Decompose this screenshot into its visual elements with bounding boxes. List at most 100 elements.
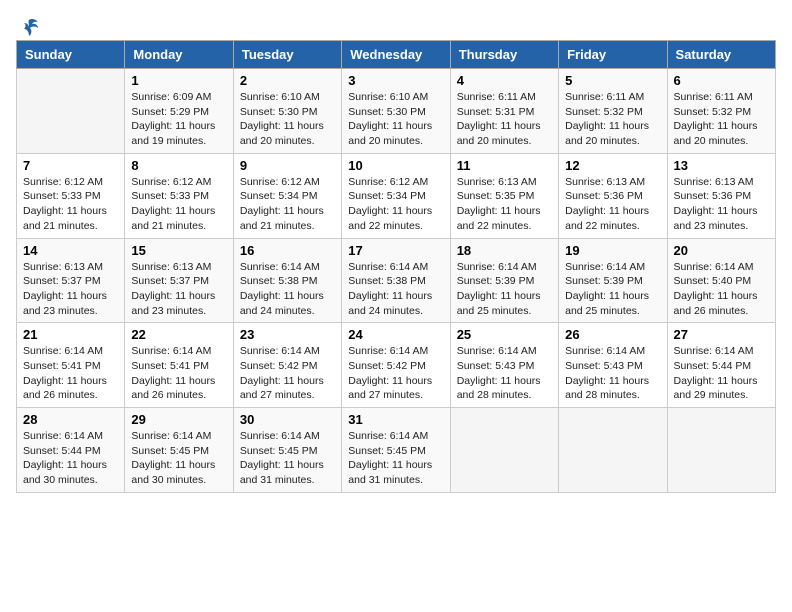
day-number: 4	[457, 73, 552, 88]
calendar-cell: 18Sunrise: 6:14 AMSunset: 5:39 PMDayligh…	[450, 238, 558, 323]
day-header-wednesday: Wednesday	[342, 41, 450, 69]
day-number: 13	[674, 158, 769, 173]
day-number: 9	[240, 158, 335, 173]
day-number: 14	[23, 243, 118, 258]
calendar-cell: 14 Sunrise: 6:13 AMSunset: 5:37 PMDayligh…	[17, 238, 125, 323]
day-number: 1	[131, 73, 226, 88]
day-number: 30	[240, 412, 335, 427]
page-header	[16, 16, 776, 32]
day-number: 29	[131, 412, 226, 427]
day-info: Sunrise: 6:14 AMSunset: 5:38 PMDaylight:…	[240, 260, 335, 319]
day-info: Sunrise: 6:14 AMSunset: 5:41 PMDaylight:…	[23, 344, 118, 403]
calendar-cell: 22 Sunrise: 6:14 AMSunset: 5:41 PMDayligh…	[125, 323, 233, 408]
day-info: Sunrise: 6:14 AMSunset: 5:42 PMDaylight:…	[240, 344, 335, 403]
day-info: Sunrise: 6:10 AMSunset: 5:30 PMDaylight:…	[240, 90, 335, 149]
day-number: 8	[131, 158, 226, 173]
day-info: Sunrise: 6:14 AMSunset: 5:39 PMDaylight:…	[457, 260, 552, 319]
calendar-cell: 13 Sunrise: 6:13 AMSunset: 5:36 PMDayligh…	[667, 153, 775, 238]
calendar-cell: 4 Sunrise: 6:11 AMSunset: 5:31 PMDaylight…	[450, 69, 558, 154]
calendar-cell: 11Sunrise: 6:13 AMSunset: 5:35 PMDayligh…	[450, 153, 558, 238]
day-info: Sunrise: 6:12 AMSunset: 5:33 PMDaylight:…	[131, 175, 226, 234]
calendar-cell: 1 Sunrise: 6:09 AMSunset: 5:29 PMDaylight…	[125, 69, 233, 154]
day-info: Sunrise: 6:09 AMSunset: 5:29 PMDaylight:…	[131, 90, 226, 149]
day-number: 5	[565, 73, 660, 88]
calendar-cell: 30 Sunrise: 6:14 AMSunset: 5:45 PMDayligh…	[233, 408, 341, 493]
calendar-cell: 31 Sunrise: 6:14 AMSunset: 5:45 PMDayligh…	[342, 408, 450, 493]
calendar-cell: 19Sunrise: 6:14 AMSunset: 5:39 PMDayligh…	[559, 238, 667, 323]
day-info: Sunrise: 6:13 AMSunset: 5:37 PMDaylight:…	[131, 260, 226, 319]
day-number: 26	[565, 327, 660, 342]
day-info: Sunrise: 6:11 AMSunset: 5:31 PMDaylight:…	[457, 90, 552, 149]
day-number: 10	[348, 158, 443, 173]
day-info: Sunrise: 6:14 AMSunset: 5:45 PMDaylight:…	[348, 429, 443, 488]
day-info: Sunrise: 6:13 AMSunset: 5:36 PMDaylight:…	[565, 175, 660, 234]
calendar-cell: 5Sunrise: 6:11 AMSunset: 5:32 PMDaylight…	[559, 69, 667, 154]
day-number: 23	[240, 327, 335, 342]
calendar-cell: 2 Sunrise: 6:10 AMSunset: 5:30 PMDaylight…	[233, 69, 341, 154]
day-number: 7	[23, 158, 118, 173]
day-info: Sunrise: 6:14 AMSunset: 5:40 PMDaylight:…	[674, 260, 769, 319]
day-number: 22	[131, 327, 226, 342]
day-info: Sunrise: 6:14 AMSunset: 5:41 PMDaylight:…	[131, 344, 226, 403]
calendar-cell: 16 Sunrise: 6:14 AMSunset: 5:38 PMDayligh…	[233, 238, 341, 323]
day-info: Sunrise: 6:11 AMSunset: 5:32 PMDaylight:…	[674, 90, 769, 149]
day-info: Sunrise: 6:14 AMSunset: 5:38 PMDaylight:…	[348, 260, 443, 319]
day-header-sunday: Sunday	[17, 41, 125, 69]
day-number: 3	[348, 73, 443, 88]
day-number: 15	[131, 243, 226, 258]
calendar-cell: 15 Sunrise: 6:13 AMSunset: 5:37 PMDayligh…	[125, 238, 233, 323]
day-number: 21	[23, 327, 118, 342]
day-info: Sunrise: 6:13 AMSunset: 5:37 PMDaylight:…	[23, 260, 118, 319]
day-number: 20	[674, 243, 769, 258]
day-number: 12	[565, 158, 660, 173]
calendar-cell: 9 Sunrise: 6:12 AMSunset: 5:34 PMDaylight…	[233, 153, 341, 238]
day-number: 31	[348, 412, 443, 427]
day-info: Sunrise: 6:10 AMSunset: 5:30 PMDaylight:…	[348, 90, 443, 149]
calendar-cell	[450, 408, 558, 493]
calendar-cell: 3 Sunrise: 6:10 AMSunset: 5:30 PMDaylight…	[342, 69, 450, 154]
calendar-week-row: 28 Sunrise: 6:14 AMSunset: 5:44 PMDayligh…	[17, 408, 776, 493]
calendar-header-row: SundayMondayTuesdayWednesdayThursdayFrid…	[17, 41, 776, 69]
calendar-cell: 12 Sunrise: 6:13 AMSunset: 5:36 PMDayligh…	[559, 153, 667, 238]
day-info: Sunrise: 6:14 AMSunset: 5:44 PMDaylight:…	[674, 344, 769, 403]
day-info: Sunrise: 6:14 AMSunset: 5:43 PMDaylight:…	[457, 344, 552, 403]
day-info: Sunrise: 6:12 AMSunset: 5:34 PMDaylight:…	[348, 175, 443, 234]
day-info: Sunrise: 6:14 AMSunset: 5:42 PMDaylight:…	[348, 344, 443, 403]
calendar-cell: 6Sunrise: 6:11 AMSunset: 5:32 PMDaylight…	[667, 69, 775, 154]
calendar-cell	[17, 69, 125, 154]
logo-bird-icon	[18, 16, 40, 38]
day-number: 27	[674, 327, 769, 342]
calendar-cell: 24 Sunrise: 6:14 AMSunset: 5:42 PMDayligh…	[342, 323, 450, 408]
calendar-cell: 7Sunrise: 6:12 AMSunset: 5:33 PMDaylight…	[17, 153, 125, 238]
calendar-cell: 8 Sunrise: 6:12 AMSunset: 5:33 PMDaylight…	[125, 153, 233, 238]
day-info: Sunrise: 6:14 AMSunset: 5:43 PMDaylight:…	[565, 344, 660, 403]
calendar-cell	[667, 408, 775, 493]
day-header-saturday: Saturday	[667, 41, 775, 69]
day-info: Sunrise: 6:14 AMSunset: 5:44 PMDaylight:…	[23, 429, 118, 488]
day-number: 11	[457, 158, 552, 173]
day-number: 28	[23, 412, 118, 427]
calendar-week-row: 1 Sunrise: 6:09 AMSunset: 5:29 PMDaylight…	[17, 69, 776, 154]
day-number: 2	[240, 73, 335, 88]
day-info: Sunrise: 6:12 AMSunset: 5:34 PMDaylight:…	[240, 175, 335, 234]
calendar-cell: 10 Sunrise: 6:12 AMSunset: 5:34 PMDayligh…	[342, 153, 450, 238]
calendar-cell: 17Sunrise: 6:14 AMSunset: 5:38 PMDayligh…	[342, 238, 450, 323]
day-info: Sunrise: 6:13 AMSunset: 5:36 PMDaylight:…	[674, 175, 769, 234]
logo	[16, 16, 40, 32]
calendar-week-row: 7 Sunrise: 6:12 AMSunset: 5:33 PMDaylight…	[17, 153, 776, 238]
day-header-tuesday: Tuesday	[233, 41, 341, 69]
calendar-cell	[559, 408, 667, 493]
day-header-monday: Monday	[125, 41, 233, 69]
calendar-cell: 25 Sunrise: 6:14 AMSunset: 5:43 PMDayligh…	[450, 323, 558, 408]
day-number: 16	[240, 243, 335, 258]
calendar-cell: 27 Sunrise: 6:14 AMSunset: 5:44 PMDayligh…	[667, 323, 775, 408]
calendar-cell: 26 Sunrise: 6:14 AMSunset: 5:43 PMDayligh…	[559, 323, 667, 408]
calendar-cell: 23 Sunrise: 6:14 AMSunset: 5:42 PMDayligh…	[233, 323, 341, 408]
calendar-cell: 28 Sunrise: 6:14 AMSunset: 5:44 PMDayligh…	[17, 408, 125, 493]
day-info: Sunrise: 6:14 AMSunset: 5:45 PMDaylight:…	[240, 429, 335, 488]
calendar-cell: 29 Sunrise: 6:14 AMSunset: 5:45 PMDayligh…	[125, 408, 233, 493]
day-info: Sunrise: 6:14 AMSunset: 5:45 PMDaylight:…	[131, 429, 226, 488]
day-number: 25	[457, 327, 552, 342]
day-number: 24	[348, 327, 443, 342]
day-header-friday: Friday	[559, 41, 667, 69]
